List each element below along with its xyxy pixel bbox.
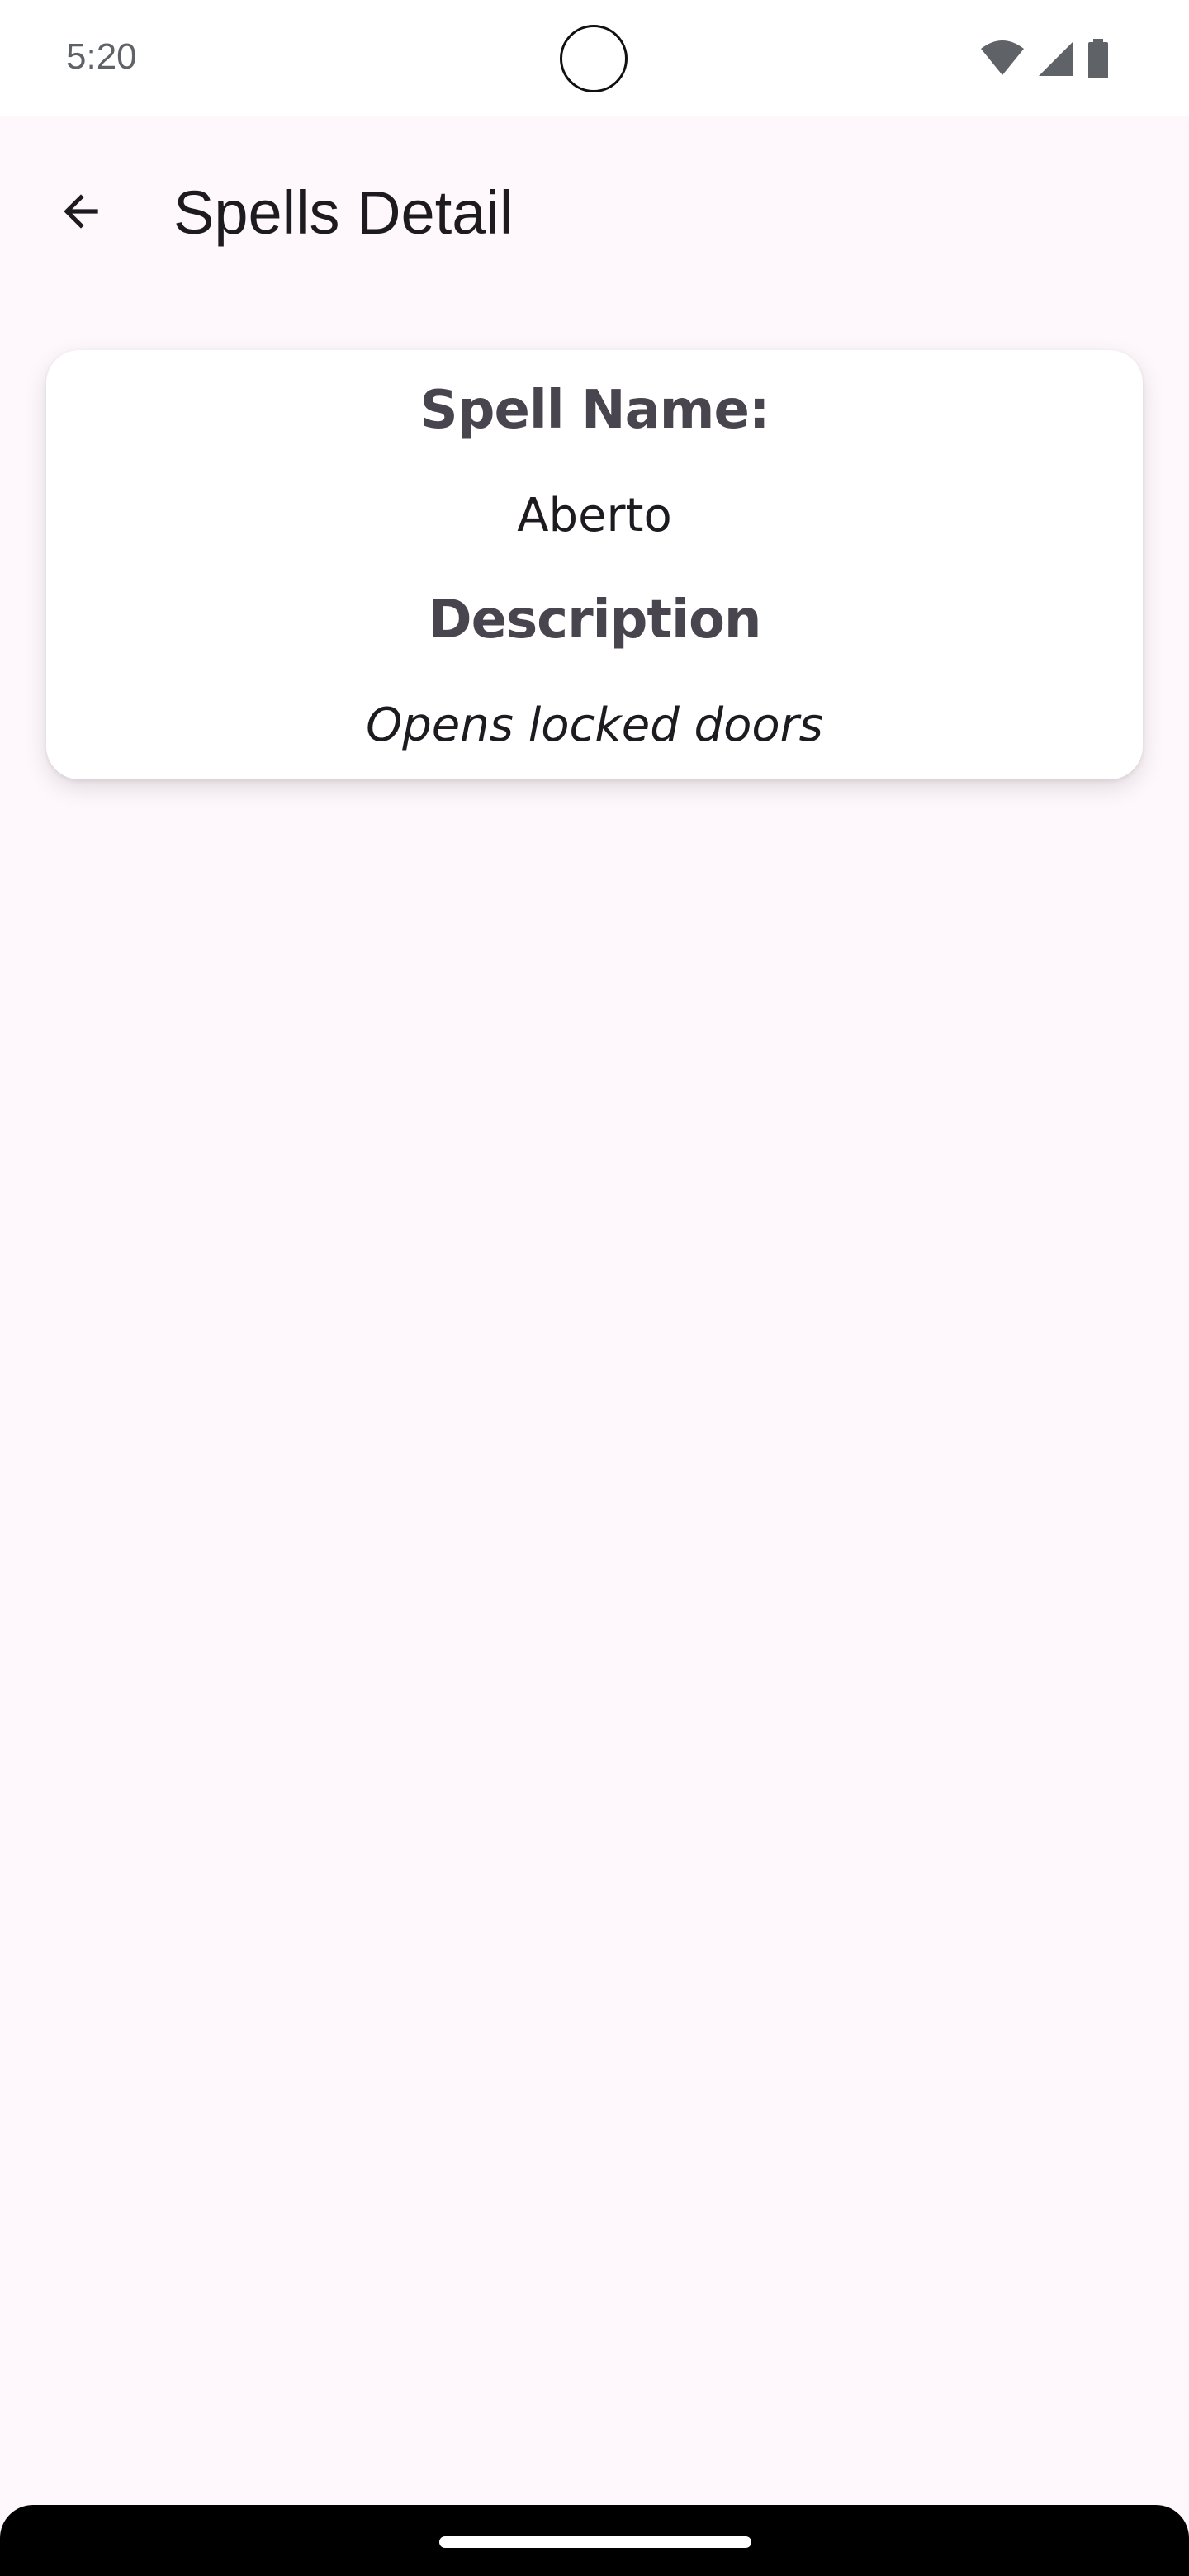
spell-name-label: Spell Name:: [419, 380, 770, 441]
description-label: Description: [428, 590, 762, 651]
status-bar: 5:20: [0, 0, 1189, 116]
spell-name-value: Aberto: [517, 489, 672, 542]
status-icons: [979, 38, 1110, 79]
spell-detail-card: Spell Name: Aberto Description Opens loc…: [46, 350, 1143, 779]
system-navigation-bar: [0, 2505, 1189, 2576]
cellular-signal-icon: [1037, 40, 1075, 78]
status-time: 5:20: [66, 36, 137, 77]
home-gesture-handle[interactable]: [439, 2536, 751, 2548]
description-value: Opens locked doors: [366, 698, 823, 752]
wifi-icon: [979, 40, 1026, 77]
battery-icon: [1087, 39, 1110, 78]
camera-cutout: [560, 25, 628, 92]
arrow-back-icon: [55, 186, 107, 241]
back-button[interactable]: [43, 175, 119, 251]
top-app-bar: Spells Detail: [0, 116, 1189, 307]
page-title: Spells Detail: [173, 178, 514, 247]
